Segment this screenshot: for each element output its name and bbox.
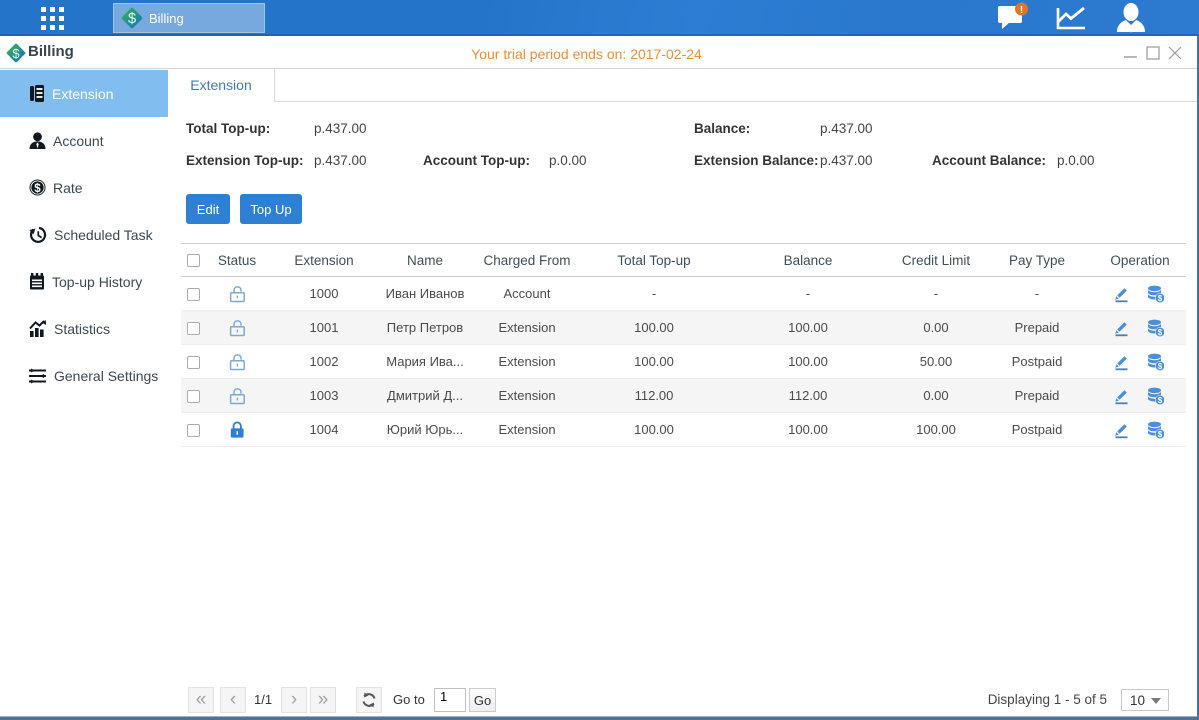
svg-text:$: $: [34, 183, 41, 195]
svg-text:!: !: [1020, 4, 1024, 16]
svg-text:$: $: [128, 11, 136, 27]
